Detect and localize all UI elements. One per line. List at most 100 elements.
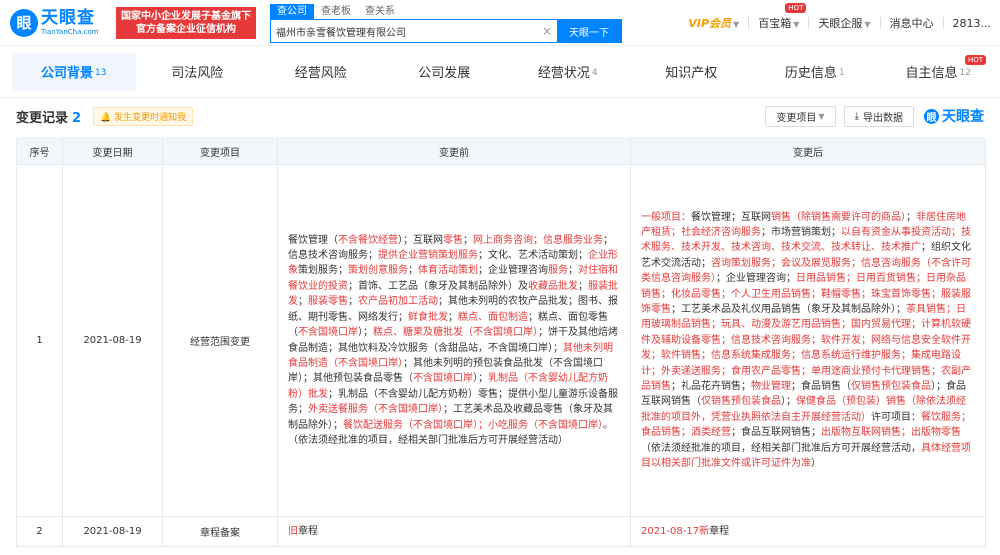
text-segment: 网上商务咨询；信息服务业务	[473, 234, 603, 246]
row-no: 1	[16, 164, 63, 517]
before-content: 餐饮管理（不含餐饮经营）；互联网零售；网上商务咨询；信息服务业务；信息技术咨询服…	[277, 164, 631, 517]
tab-self-info[interactable]: HOT 自主信息 12	[877, 53, 1000, 91]
search-tab-company[interactable]: 查公司	[270, 4, 314, 19]
logo-name: 天眼查	[41, 7, 95, 28]
change-record-table: 序号 变更日期 变更项目 变更前 变更后 1 2021-08-19 经营范围变更…	[16, 138, 986, 547]
hot-badge: HOT	[785, 3, 807, 13]
text-segment: 2021-08-17新	[641, 525, 710, 537]
tab-operation-status[interactable]: 经营状况 4	[506, 53, 630, 91]
search-area: 查公司 查老板 查关系 福州市亲雪餐饮管理有限公司 × 天眼一下	[270, 4, 622, 43]
notify-button[interactable]: 🔔 发生变更时通知我	[93, 106, 194, 126]
text-segment: 服装零售	[308, 296, 348, 308]
text-segment: 提供企业营销策划服务	[378, 250, 478, 262]
export-button[interactable]: ⤓ 导出数据	[843, 105, 914, 127]
row-item: 经营范围变更	[162, 164, 278, 517]
row-date: 2021-08-19	[62, 516, 163, 547]
slogan-badge: 国家中小企业发展子基金旗下 官方备案企业征信机构	[116, 6, 256, 39]
text-segment: ；工艺美术品及礼仪用品销售（象牙及其制品除外）；	[671, 303, 906, 315]
logo-domain: TianYanCha.com	[41, 27, 99, 36]
tab-company-background[interactable]: 公司背景 13	[12, 52, 136, 91]
caret-down-icon: ▼	[733, 20, 740, 29]
text-segment: ；	[408, 265, 418, 277]
top-bar: 眼 天眼查 TianYanCha.com 国家中小企业发展子基金旗下 官方备案企…	[0, 0, 1000, 46]
text-segment: 餐饮管理（	[288, 234, 338, 246]
row-date: 2021-08-19	[62, 164, 163, 517]
caret-down-icon: ▼	[793, 20, 800, 29]
text-segment: ；	[298, 296, 308, 308]
after-content: 一般项目：餐饮管理；互联网销售（除销售需要许可的商品）；非居住房地产租赁；社会经…	[630, 164, 986, 517]
text-segment: ；	[568, 265, 578, 277]
col-header-no: 序号	[16, 138, 63, 165]
text-segment: ；	[463, 234, 473, 246]
search-input[interactable]: 福州市亲雪餐饮管理有限公司	[271, 20, 537, 42]
vip-link[interactable]: VIP会员 ▼	[679, 15, 748, 31]
text-segment: 保健食品（预包装）销售	[796, 396, 906, 408]
logo-icon: 眼	[10, 8, 38, 37]
text-segment: ；礼品花卉销售；	[671, 381, 751, 393]
download-icon: ⤓	[854, 110, 859, 122]
text-segment: 不含国境口岸	[413, 373, 473, 385]
text-segment: ）；互联网	[398, 234, 443, 246]
tab-operation-risk[interactable]: 经营风险	[259, 53, 383, 91]
top-nav: VIP会员 ▼ HOT 百宝箱 ▼ 天眼企服 ▼ 消息中心 2813...	[679, 0, 1000, 46]
before-content: 旧章程	[277, 516, 631, 547]
caret-down-icon: ▼	[864, 20, 871, 29]
text-segment: 体育活动策划	[418, 265, 478, 277]
text-segment: ；企业管理咨询	[478, 265, 548, 277]
treasure-link[interactable]: HOT 百宝箱 ▼	[749, 3, 808, 31]
section-title: 变更记录 2	[16, 110, 82, 126]
tab-development[interactable]: 公司发展	[383, 53, 507, 91]
tab-ip[interactable]: 知识产权	[630, 53, 754, 91]
enterprise-link[interactable]: 天眼企服 ▼	[809, 15, 879, 31]
search-tab-relation[interactable]: 查关系	[358, 4, 402, 19]
text-segment: （依法须经批准的项目，经相关部门批准后方可开展经营活动，	[641, 442, 921, 454]
text-segment: 一般项目：	[641, 211, 691, 223]
text-segment: ；企业管理咨询；	[716, 273, 796, 285]
text-segment: ；	[578, 280, 588, 292]
messages-link[interactable]: 消息中心	[881, 15, 943, 31]
table-row: 1 2021-08-19 经营范围变更 餐饮管理（不含餐饮经营）；互联网零售；网…	[16, 164, 986, 517]
text-segment: 鲜食批发	[408, 311, 448, 323]
bell-icon: 🔔	[100, 112, 112, 123]
text-segment: 旧	[288, 525, 298, 537]
text-segment: 收藏品批发	[528, 280, 578, 292]
text-segment: ；食品销售（	[791, 381, 851, 393]
text-segment: 策划服务；	[298, 265, 348, 277]
text-segment: 餐饮管理；互联网	[691, 211, 771, 223]
brand-watermark: 眼天眼查	[924, 106, 984, 126]
text-segment: 不含餐饮经营	[338, 234, 398, 246]
user-menu[interactable]: 2813...	[944, 17, 1000, 30]
text-segment: ；	[348, 296, 358, 308]
table-row: 2 2021-08-19 章程备案 旧章程 2021-08-17新章程	[16, 516, 986, 547]
text-segment: ）；	[473, 373, 488, 385]
text-segment: ；市场营销策划；	[761, 226, 841, 238]
clear-icon[interactable]: ×	[537, 20, 557, 42]
after-content: 2021-08-17新章程	[630, 516, 986, 547]
col-header-date: 变更日期	[62, 138, 163, 165]
section-header: 变更记录 2 🔔 发生变更时通知我 变更项目 ▼ ⤓ 导出数据 眼天眼查	[0, 98, 1000, 134]
text-segment: 章程	[709, 525, 730, 537]
text-segment: 章程	[298, 525, 318, 537]
text-segment: 糕点、糖果及糖批发（不含国境口岸）	[373, 327, 538, 339]
hot-badge: HOT	[964, 54, 986, 65]
text-segment: ；	[906, 211, 916, 223]
tab-judicial-risk[interactable]: 司法风险	[136, 53, 260, 91]
text-segment: 出版物互联网销售；出版物零售	[821, 427, 961, 439]
tab-history[interactable]: 历史信息 1	[753, 53, 877, 91]
change-item-filter[interactable]: 变更项目 ▼	[765, 105, 836, 127]
text-segment: ；小吃服务（不含国境口岸）	[478, 419, 603, 431]
logo-icon: 眼	[924, 108, 939, 124]
text-segment: ；首饰、工艺品（象牙及其制品除外）及	[348, 280, 528, 292]
text-segment: 仅销售预包装食品	[701, 396, 781, 408]
text-segment: 茶具销售；日用玻璃制品销售；玩具、动漫及游艺用品销售；国内贸易代理；计算机软硬件…	[641, 303, 971, 393]
text-segment: 服务	[548, 265, 568, 277]
search-button[interactable]: 天眼一下	[557, 20, 621, 42]
col-header-before: 变更前	[277, 138, 631, 165]
logo[interactable]: 眼 天眼查 TianYanCha.com	[10, 7, 110, 37]
search-tab-boss[interactable]: 查老板	[314, 4, 358, 19]
text-segment: ）；	[358, 327, 373, 339]
text-segment: 农产品初加工活动	[358, 296, 438, 308]
text-segment: ；	[448, 311, 458, 323]
text-segment: 物业管理	[751, 381, 791, 393]
row-item: 章程备案	[162, 516, 278, 547]
